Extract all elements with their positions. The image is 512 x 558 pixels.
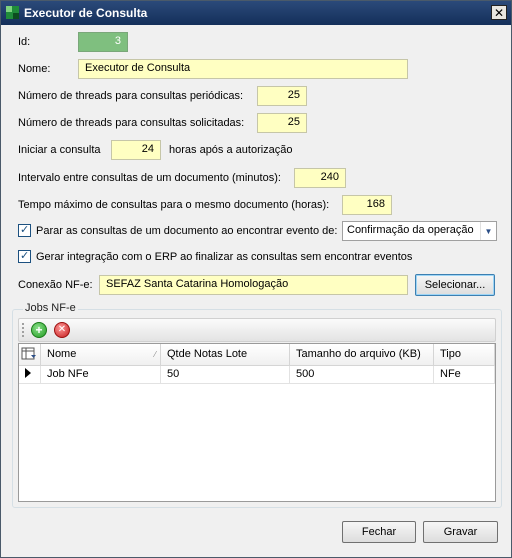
evento-select-value: Confirmação da operação xyxy=(347,224,474,236)
id-label: Id: xyxy=(18,36,31,48)
dialog-window: Executor de Consulta ✕ Id: 3 Nome: Execu… xyxy=(0,0,512,558)
chevron-down-icon: ▼ xyxy=(480,222,496,240)
column-header-nome-label: Nome xyxy=(47,348,77,360)
row-selector[interactable] xyxy=(19,366,41,384)
tempo-maximo-label: Tempo máximo de consultas para o mesmo d… xyxy=(18,199,330,211)
add-icon[interactable]: + xyxy=(31,322,47,338)
table-cell-tipo[interactable]: NFe xyxy=(434,366,495,384)
app-icon xyxy=(6,6,19,19)
column-header-tamanho[interactable]: Tamanho do arquivo (KB) xyxy=(290,344,434,366)
iniciar-input[interactable]: 24 xyxy=(111,140,161,160)
column-header-nome[interactable]: Nome ⁄ xyxy=(41,344,161,366)
close-icon: ✕ xyxy=(493,5,505,20)
sort-icon: ⁄ xyxy=(154,350,156,359)
delete-icon[interactable]: ✕ xyxy=(54,322,70,338)
title-bar[interactable]: Executor de Consulta ✕ xyxy=(1,1,511,25)
parar-label: Parar as consultas de um documento ao en… xyxy=(36,225,338,237)
tempo-maximo-input[interactable]: 168 xyxy=(342,195,392,215)
threads-solicitadas-label: Número de threads para consultas solicit… xyxy=(18,117,245,129)
parar-checkbox[interactable] xyxy=(18,223,31,237)
selecionar-button[interactable]: Selecionar... xyxy=(415,274,495,296)
column-header-qtde[interactable]: Qtde Notas Lote xyxy=(161,344,290,366)
iniciar-label: Iniciar a consulta xyxy=(18,144,101,156)
table-cell-tamanho[interactable]: 500 xyxy=(290,366,434,384)
jobs-group-title: Jobs NF-e xyxy=(23,302,78,314)
intervalo-label: Intervalo entre consultas de um document… xyxy=(18,172,281,184)
column-header-tipo[interactable]: Tipo xyxy=(434,344,495,366)
iniciar-suffix: horas após a autorização xyxy=(169,144,293,156)
id-field: 3 xyxy=(78,32,128,52)
evento-select[interactable]: Confirmação da operação ▼ xyxy=(342,221,497,241)
threads-solicitadas-input[interactable]: 25 xyxy=(257,113,307,133)
gerar-label: Gerar integração com o ERP ao finalizar … xyxy=(36,251,413,263)
gerar-checkbox[interactable] xyxy=(18,249,31,263)
threads-periodicas-input[interactable]: 25 xyxy=(257,86,307,106)
jobs-toolbar: + ✕ xyxy=(18,318,496,342)
table-cell-nome[interactable]: Job NFe xyxy=(41,366,161,384)
jobs-grid: Nome ⁄ Qtde Notas Lote Tamanho do arquiv… xyxy=(18,343,496,502)
nome-input[interactable]: Executor de Consulta xyxy=(78,59,408,79)
conexao-label: Conexão NF-e: xyxy=(18,279,93,291)
window-title: Executor de Consulta xyxy=(24,6,148,20)
gravar-button[interactable]: Gravar xyxy=(423,521,498,543)
toolbar-grip xyxy=(22,323,24,337)
conexao-field: SEFAZ Santa Catarina Homologação xyxy=(99,275,408,295)
grid-settings-icon[interactable] xyxy=(19,344,41,366)
nome-label: Nome: xyxy=(18,63,51,75)
close-button[interactable]: ✕ xyxy=(491,5,507,20)
table-cell-qtde[interactable]: 50 xyxy=(161,366,290,384)
fechar-button[interactable]: Fechar xyxy=(342,521,416,543)
threads-periodicas-label: Número de threads para consultas periódi… xyxy=(18,90,244,102)
intervalo-input[interactable]: 240 xyxy=(294,168,346,188)
